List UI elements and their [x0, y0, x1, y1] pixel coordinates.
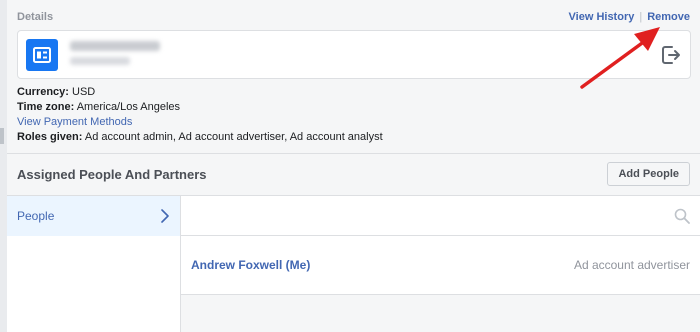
payment-row: View Payment Methods — [17, 116, 132, 128]
assigned-title: Assigned People And Partners — [17, 167, 207, 182]
view-history-link[interactable]: View History — [569, 11, 635, 23]
account-card — [17, 30, 691, 79]
details-actions: View History | Remove — [569, 11, 690, 23]
account-name-redacted — [70, 41, 160, 51]
person-name[interactable]: Andrew Foxwell (Me) — [191, 258, 310, 272]
roles-row: Roles given: Ad account admin, Ad accoun… — [17, 131, 383, 143]
ad-account-icon — [26, 39, 58, 71]
currency-value: USD — [72, 86, 96, 98]
account-id-redacted — [70, 57, 130, 65]
view-payment-methods-link[interactable]: View Payment Methods — [17, 116, 132, 128]
currency-row: Currency: USD — [17, 86, 95, 98]
search-input[interactable] — [191, 204, 665, 228]
sidebar-item-label: People — [17, 209, 55, 223]
remove-link[interactable]: Remove — [647, 11, 690, 23]
people-panel: Andrew Foxwell (Me) Ad account advertise… — [181, 196, 700, 332]
roles-value: Ad account admin, Ad account advertiser,… — [84, 131, 383, 143]
link-separator: | — [639, 11, 643, 23]
assigned-header: Assigned People And Partners Add People — [7, 154, 700, 196]
chevron-right-icon — [161, 209, 169, 223]
roles-label: Roles given: — [17, 131, 83, 143]
currency-label: Currency: — [17, 86, 69, 98]
details-section: Details View History | Remove Currency: US… — [7, 0, 700, 154]
search-row — [181, 196, 700, 236]
details-title: Details — [17, 11, 54, 23]
timezone-value: America/Los Angeles — [76, 101, 181, 113]
timezone-label: Time zone: — [17, 101, 75, 113]
table-row[interactable]: Andrew Foxwell (Me) Ad account advertise… — [181, 236, 700, 295]
exit-icon[interactable] — [660, 44, 682, 66]
person-role: Ad account advertiser — [573, 258, 690, 272]
search-icon[interactable] — [674, 208, 690, 224]
timezone-row: Time zone: America/Los Angeles — [17, 101, 180, 113]
sidebar-item-people[interactable]: People — [7, 196, 180, 236]
assigned-sidebar: People — [7, 196, 181, 332]
scroll-handle[interactable] — [0, 128, 4, 144]
add-people-button[interactable]: Add People — [607, 162, 690, 186]
